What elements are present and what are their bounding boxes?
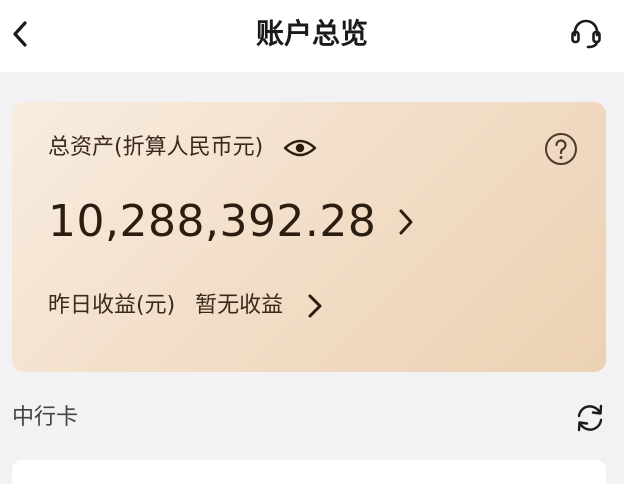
page-title: 账户总览 (255, 17, 368, 50)
bank-card-item[interactable] (12, 460, 606, 484)
customer-service-button[interactable] (566, 14, 606, 54)
total-assets-amount: 10,288,392.28 (48, 196, 377, 247)
total-assets-amount-row[interactable]: 10,288,392.28 (48, 192, 422, 252)
chevron-right-icon (307, 288, 331, 324)
section-title: 中行卡 (12, 405, 79, 430)
yesterday-profit-row[interactable]: 昨日收益(元) 暂无收益 (48, 288, 331, 324)
headset-icon (571, 19, 601, 49)
yesterday-profit-label: 昨日收益(元) (48, 293, 176, 318)
help-button[interactable] (544, 132, 578, 166)
yesterday-profit-value: 暂无收益 (195, 293, 284, 318)
eye-icon (283, 139, 317, 157)
toggle-visibility-button[interactable] (283, 130, 317, 166)
total-assets-label: 总资产(折算人民币元) (48, 135, 264, 160)
total-assets-card[interactable]: 总资产(折算人民币元) 10,288,392.28 昨日收益(元) 暂无收益 (12, 102, 606, 372)
refresh-button[interactable] (574, 402, 606, 434)
chevron-right-icon (398, 202, 422, 242)
total-assets-label-row: 总资产(折算人民币元) (48, 130, 317, 166)
navigation-bar: 账户总览 (0, 0, 624, 72)
question-circle-icon (545, 133, 577, 165)
bank-card-section-header: 中行卡 (0, 400, 624, 436)
refresh-icon (577, 404, 603, 432)
